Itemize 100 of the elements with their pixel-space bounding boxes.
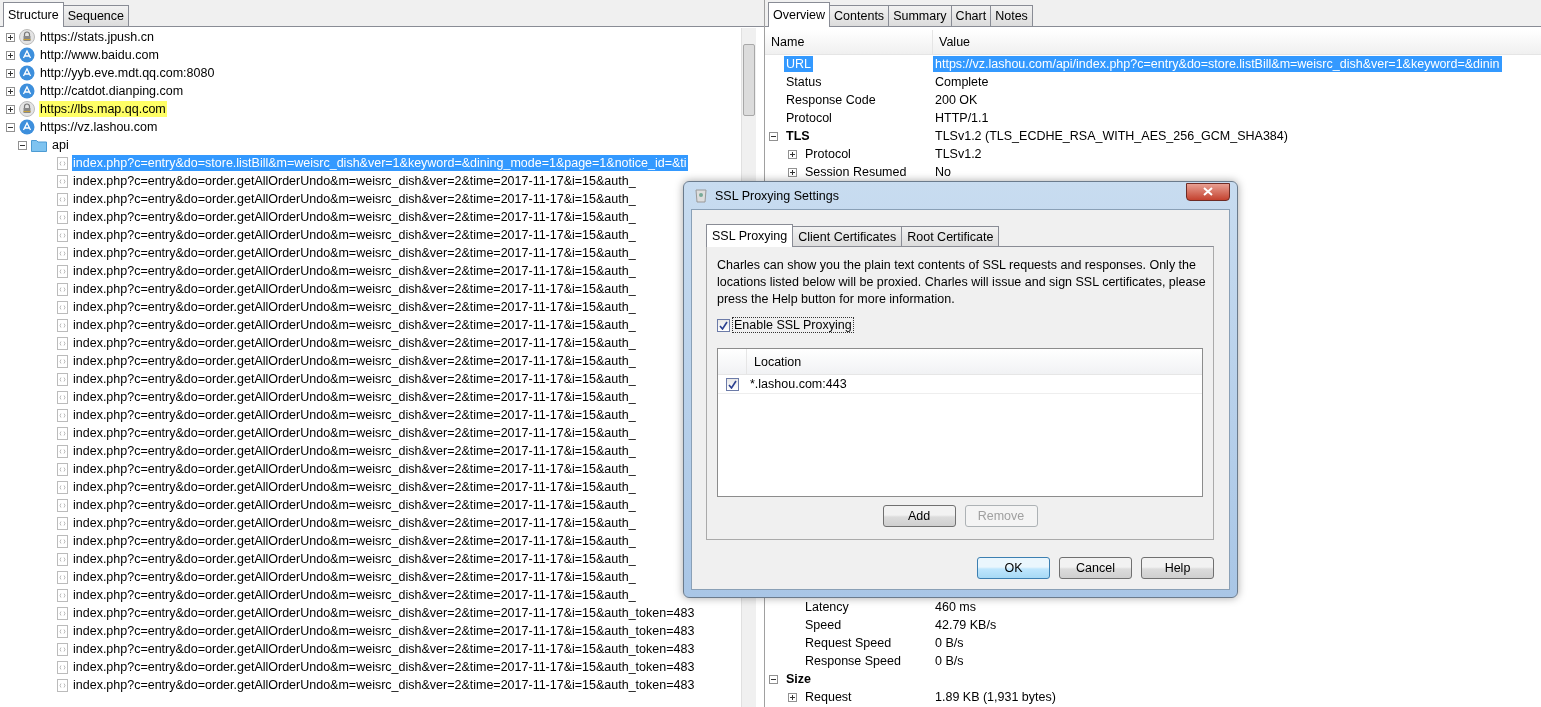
file-icon <box>57 408 68 422</box>
request-label[interactable]: index.php?c=entry&do=order.getAllOrderUndo&m=weisrc_dish&ver=2&time=2017-11-17&i=15&auth_token=483 <box>72 677 696 693</box>
request-label[interactable]: index.php?c=entry&do=order.getAllOrderUndo&m=weisrc_dish&ver=2&time=2017-11-17&i=15&auth_ <box>72 191 637 207</box>
location-cell[interactable]: *.lashou.com:443 <box>746 377 847 391</box>
request-label[interactable]: index.php?c=entry&do=order.getAllOrderUndo&m=weisrc_dish&ver=2&time=2017-11-17&i=15&auth_ <box>72 227 637 243</box>
tab[interactable]: Sequence <box>62 5 130 26</box>
list-button[interactable]: Add <box>882 505 956 527</box>
property-name[interactable]: TLS <box>784 128 812 144</box>
request-label[interactable]: index.php?c=entry&do=order.getAllOrderUndo&m=weisrc_dish&ver=2&time=2017-11-17&i=15&auth_ <box>72 497 637 513</box>
expand-icon[interactable] <box>6 32 15 42</box>
request-label[interactable]: index.php?c=entry&do=order.getAllOrderUndo&m=weisrc_dish&ver=2&time=2017-11-17&i=15&auth_ <box>72 389 637 405</box>
request-label[interactable]: index.php?c=entry&do=order.getAllOrderUndo&m=weisrc_dish&ver=2&time=2017-11-17&i=15&auth_ <box>72 443 637 459</box>
property-name[interactable]: Status <box>784 74 824 90</box>
request-label[interactable]: index.php?c=entry&do=order.getAllOrderUndo&m=weisrc_dish&ver=2&time=2017-11-17&i=15&auth_ <box>72 335 637 351</box>
expand-icon[interactable] <box>788 692 797 702</box>
request-label[interactable]: index.php?c=entry&do=order.getAllOrderUndo&m=weisrc_dish&ver=2&time=2017-11-17&i=15&auth_ <box>72 209 637 225</box>
request-label[interactable]: index.php?c=entry&do=order.getAllOrderUndo&m=weisrc_dish&ver=2&time=2017-11-17&i=15&auth_ <box>72 353 637 369</box>
close-button[interactable] <box>1186 182 1230 201</box>
property-name[interactable]: Latency <box>803 599 851 615</box>
checkbox[interactable] <box>725 377 739 391</box>
property-value: No <box>934 164 952 180</box>
request-label[interactable]: index.php?c=entry&do=order.getAllOrderUndo&m=weisrc_dish&ver=2&time=2017-11-17&i=15&auth_ <box>72 461 637 477</box>
property-name[interactable]: Request Speed <box>803 635 894 651</box>
property-name[interactable]: Speed <box>803 617 844 633</box>
request-label[interactable]: index.php?c=entry&do=order.getAllOrderUndo&m=weisrc_dish&ver=2&time=2017-11-17&i=15&auth_token=483 <box>72 641 696 657</box>
folder-icon <box>31 138 47 152</box>
file-icon <box>57 192 68 206</box>
property-value: Complete <box>934 74 990 90</box>
column-header[interactable]: Name <box>765 30 933 54</box>
collapse-icon[interactable] <box>18 140 27 150</box>
collapse-icon[interactable] <box>6 122 15 132</box>
property-name[interactable]: Size <box>784 671 813 687</box>
request-label[interactable]: index.php?c=entry&do=order.getAllOrderUndo&m=weisrc_dish&ver=2&time=2017-11-17&i=15&auth_ <box>72 425 637 441</box>
collapse-icon[interactable] <box>769 131 778 141</box>
dialog-button[interactable]: Cancel <box>1059 557 1132 579</box>
file-icon <box>57 588 68 602</box>
expand-icon[interactable] <box>6 68 15 78</box>
tab[interactable]: Contents <box>829 5 890 26</box>
request-label[interactable]: index.php?c=entry&do=order.getAllOrderUndo&m=weisrc_dish&ver=2&time=2017-11-17&i=15&auth_ <box>72 299 637 315</box>
property-name[interactable]: Session Resumed <box>803 164 909 180</box>
globe-icon <box>19 47 35 63</box>
dialog-button[interactable]: OK <box>977 557 1050 579</box>
collapse-icon[interactable] <box>769 674 778 684</box>
tab[interactable]: Client Certificates <box>792 226 903 246</box>
tab[interactable]: Root Certificate <box>901 226 1000 246</box>
app-icon <box>695 188 707 203</box>
property-name[interactable]: Response Code <box>784 92 878 108</box>
request-label[interactable]: index.php?c=entry&do=order.getAllOrderUndo&m=weisrc_dish&ver=2&time=2017-11-17&i=15&auth_token=483 <box>72 605 696 621</box>
checkbox[interactable] <box>717 318 730 332</box>
request-label[interactable]: index.php?c=entry&do=order.getAllOrderUndo&m=weisrc_dish&ver=2&time=2017-11-17&i=15&auth_ <box>72 479 637 495</box>
file-icon <box>57 498 68 512</box>
request-label[interactable]: index.php?c=entry&do=order.getAllOrderUndo&m=weisrc_dish&ver=2&time=2017-11-17&i=15&auth_ <box>72 515 637 531</box>
expand-icon[interactable] <box>6 50 15 60</box>
host-label[interactable]: http://yyb.eve.mdt.qq.com:8080 <box>39 65 216 81</box>
expand-icon[interactable] <box>788 167 797 177</box>
property-name[interactable]: Protocol <box>803 146 853 162</box>
column-header[interactable]: Location <box>747 349 802 374</box>
tab[interactable]: Structure <box>3 2 64 27</box>
request-label[interactable]: index.php?c=entry&do=order.getAllOrderUndo&m=weisrc_dish&ver=2&time=2017-11-17&i=15&auth_ <box>72 533 637 549</box>
tab[interactable]: Chart <box>950 5 992 26</box>
request-label[interactable]: index.php?c=entry&do=order.getAllOrderUndo&m=weisrc_dish&ver=2&time=2017-11-17&i=15&auth_token=483 <box>72 659 696 675</box>
request-label[interactable]: index.php?c=entry&do=order.getAllOrderUndo&m=weisrc_dish&ver=2&time=2017-11-17&i=15&auth_ <box>72 263 637 279</box>
tab[interactable]: Overview <box>768 2 831 27</box>
globe-icon <box>19 119 35 135</box>
host-label[interactable]: https://vz.lashou.com <box>39 119 159 135</box>
expand-icon[interactable] <box>6 104 15 114</box>
file-icon <box>57 624 68 638</box>
folder-label[interactable]: api <box>51 137 70 153</box>
file-icon <box>57 678 68 692</box>
host-label[interactable]: https://stats.jpush.cn <box>39 29 155 45</box>
host-label[interactable]: https://lbs.map.qq.com <box>39 101 167 117</box>
request-label[interactable]: index.php?c=entry&do=order.getAllOrderUndo&m=weisrc_dish&ver=2&time=2017-11-17&i=15&auth_ <box>72 569 637 585</box>
property-name[interactable]: Request <box>803 689 854 705</box>
request-label[interactable]: index.php?c=entry&do=order.getAllOrderUndo&m=weisrc_dish&ver=2&time=2017-11-17&i=15&auth_ <box>72 245 637 261</box>
request-label[interactable]: index.php?c=entry&do=order.getAllOrderUndo&m=weisrc_dish&ver=2&time=2017-11-17&i=15&auth_token=483 <box>72 623 696 639</box>
property-name[interactable]: Protocol <box>784 110 834 126</box>
file-icon <box>57 660 68 674</box>
tab[interactable]: SSL Proxying <box>706 224 794 247</box>
host-label[interactable]: http://www.baidu.com <box>39 47 160 63</box>
request-label[interactable]: index.php?c=entry&do=order.getAllOrderUndo&m=weisrc_dish&ver=2&time=2017-11-17&i=15&auth_ <box>72 551 637 567</box>
request-label[interactable]: index.php?c=entry&do=order.getAllOrderUndo&m=weisrc_dish&ver=2&time=2017-11-17&i=15&auth_ <box>72 173 637 189</box>
expand-icon[interactable] <box>788 149 797 159</box>
dialog-button[interactable]: Help <box>1141 557 1214 579</box>
expand-icon[interactable] <box>6 86 15 96</box>
host-label[interactable]: http://catdot.dianping.com <box>39 83 185 99</box>
request-label[interactable]: index.php?c=entry&do=order.getAllOrderUndo&m=weisrc_dish&ver=2&time=2017-11-17&i=15&auth_ <box>72 317 637 333</box>
column-header[interactable]: Value <box>933 35 971 49</box>
tab[interactable]: Summary <box>888 5 952 26</box>
checkbox-label[interactable]: Enable SSL Proxying <box>733 318 853 332</box>
property-value: TLSv1.2 <box>934 146 983 162</box>
request-label[interactable]: index.php?c=entry&do=order.getAllOrderUndo&m=weisrc_dish&ver=2&time=2017-11-17&i=15&auth_ <box>72 281 637 297</box>
file-icon <box>57 426 68 440</box>
request-label[interactable]: index.php?c=entry&do=order.getAllOrderUndo&m=weisrc_dish&ver=2&time=2017-11-17&i=15&auth_ <box>72 371 637 387</box>
file-icon <box>57 534 68 548</box>
file-icon <box>57 606 68 620</box>
request-label[interactable]: index.php?c=entry&do=order.getAllOrderUndo&m=weisrc_dish&ver=2&time=2017-11-17&i=15&auth_ <box>72 587 637 603</box>
tab[interactable]: Notes <box>990 5 1033 26</box>
property-name[interactable]: Response Speed <box>803 653 903 669</box>
file-icon <box>57 354 68 368</box>
request-label[interactable]: index.php?c=entry&do=order.getAllOrderUndo&m=weisrc_dish&ver=2&time=2017-11-17&i=15&auth_ <box>72 407 637 423</box>
